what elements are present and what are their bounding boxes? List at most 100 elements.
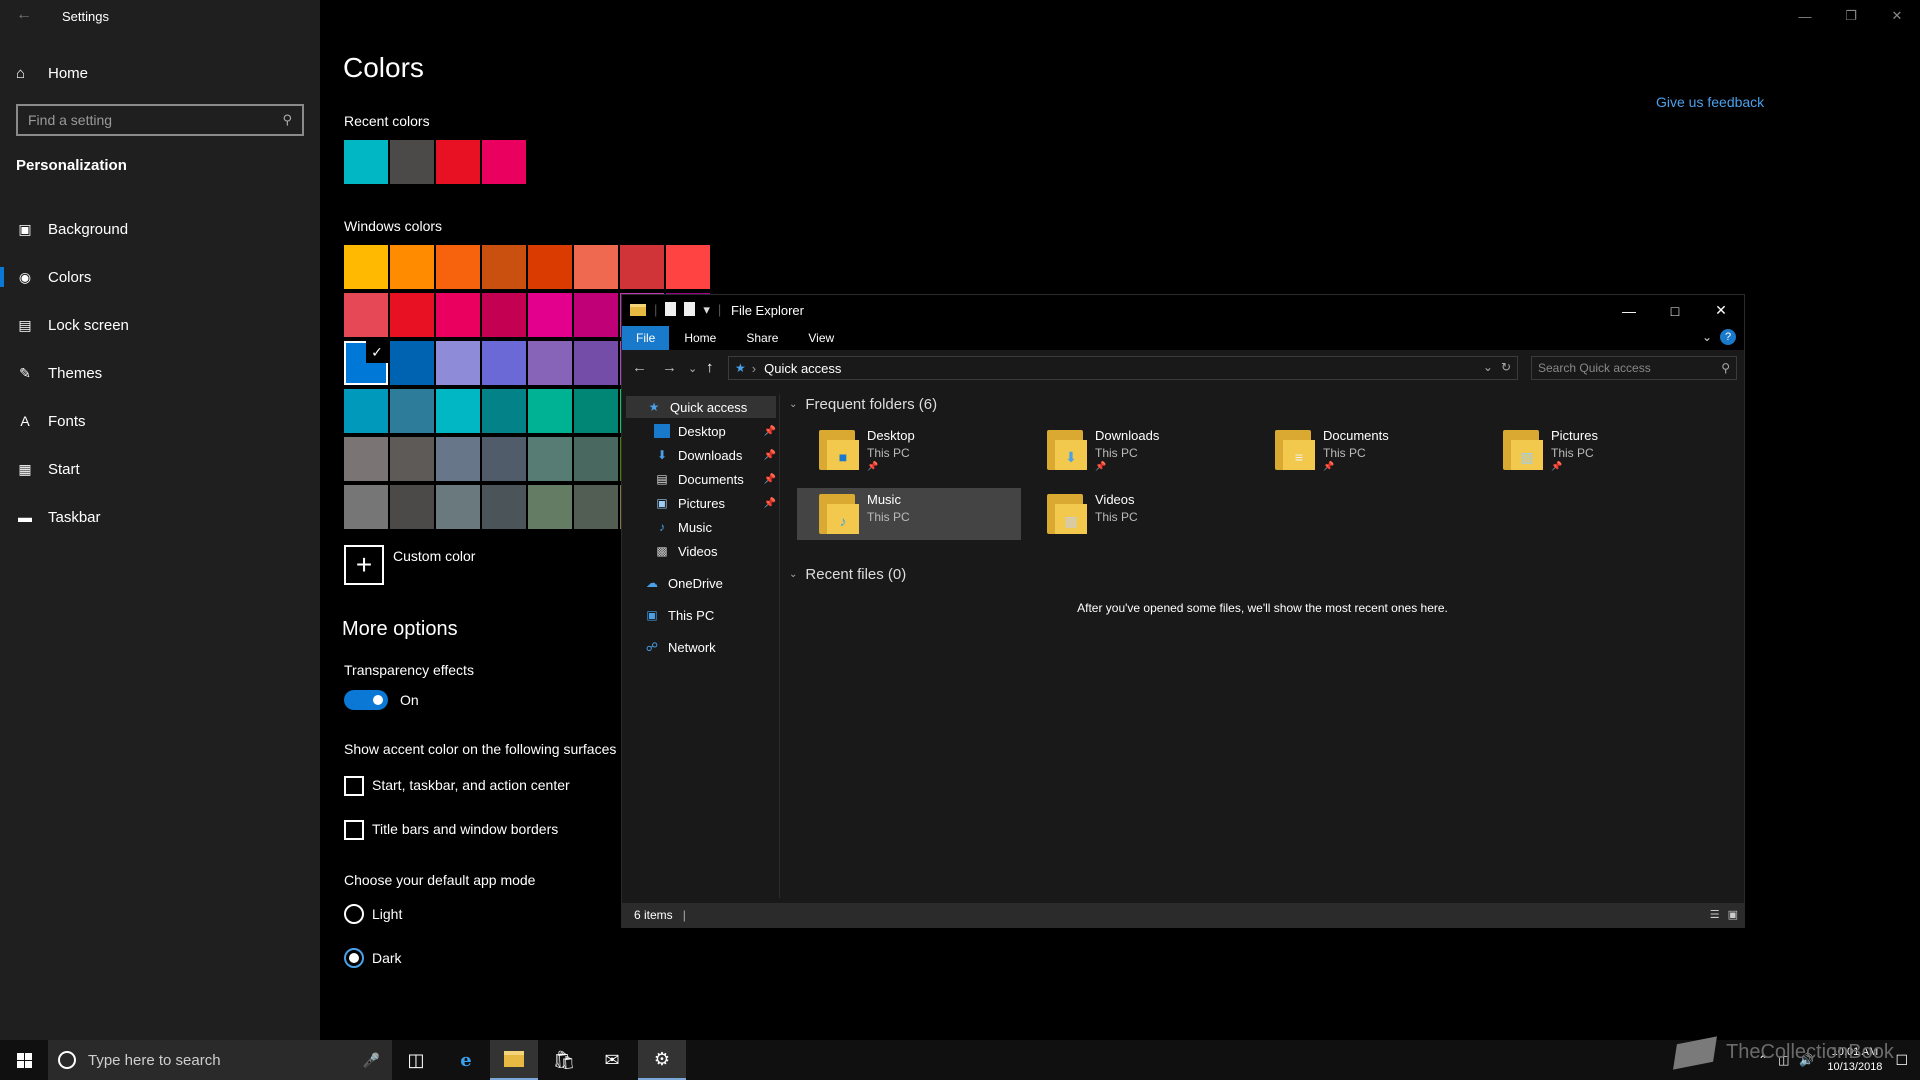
start-taskbar-checkbox[interactable] — [344, 776, 364, 796]
search-icon[interactable]: ⚲ — [282, 112, 292, 128]
nav-this-pc[interactable]: ▣ This PC — [644, 604, 776, 626]
sidebar-item-themes[interactable]: ✎ Themes — [0, 349, 320, 397]
maximize-icon[interactable]: □ — [1652, 295, 1698, 326]
nav-documents[interactable]: ▤ Documents 📌 — [654, 468, 776, 490]
windows-color-swatch[interactable] — [574, 437, 618, 481]
minimize-icon[interactable]: — — [1606, 295, 1652, 326]
start-button[interactable] — [0, 1040, 48, 1080]
customize-toolbar-icon[interactable]: ▾ — [703, 302, 710, 318]
windows-color-swatch[interactable] — [344, 485, 388, 529]
up-arrow-icon[interactable]: ↑ — [706, 359, 714, 376]
windows-color-swatch[interactable] — [390, 341, 434, 385]
windows-color-swatch[interactable] — [390, 293, 434, 337]
edge-icon[interactable]: e — [442, 1040, 490, 1080]
nav-downloads[interactable]: ⬇ Downloads 📌 — [654, 444, 776, 466]
back-arrow-icon[interactable]: ← — [632, 359, 647, 376]
windows-color-swatch[interactable] — [436, 389, 480, 433]
home-link[interactable]: ⌂ Home — [16, 62, 88, 84]
recent-color-swatch[interactable] — [344, 140, 388, 184]
nav-videos[interactable]: ▩ Videos — [654, 540, 776, 562]
pin-icon[interactable]: 📌 — [764, 426, 776, 437]
settings-search-input[interactable] — [28, 112, 283, 128]
folder-tile-downloads[interactable]: ⬇ Downloads This PC 📌 — [1025, 424, 1249, 476]
windows-color-swatch[interactable] — [390, 437, 434, 481]
windows-color-swatch[interactable] — [436, 293, 480, 337]
windows-color-swatch[interactable] — [482, 293, 526, 337]
tiles-view-icon[interactable]: ▣ — [1728, 908, 1738, 921]
windows-color-swatch[interactable] — [620, 245, 664, 289]
folder-tile-desktop[interactable]: ■ Desktop This PC 📌 — [797, 424, 1021, 476]
explorer-search-box[interactable]: ⚲ — [1531, 356, 1737, 380]
taskbar-search[interactable]: 🎤 — [48, 1040, 392, 1080]
windows-color-swatch[interactable]: ✓ — [344, 341, 388, 385]
windows-color-swatch[interactable] — [528, 341, 572, 385]
windows-color-swatch[interactable] — [528, 485, 572, 529]
windows-color-swatch[interactable] — [436, 485, 480, 529]
windows-color-swatch[interactable] — [390, 245, 434, 289]
refresh-icon[interactable]: ↻ — [1501, 360, 1511, 374]
task-view-icon[interactable]: ◫ — [392, 1040, 440, 1080]
windows-color-swatch[interactable] — [344, 389, 388, 433]
windows-color-swatch[interactable] — [390, 485, 434, 529]
close-icon[interactable]: ✕ — [1698, 295, 1744, 326]
taskbar-search-input[interactable] — [88, 1051, 363, 1069]
windows-color-swatch[interactable] — [436, 437, 480, 481]
windows-color-swatch[interactable] — [436, 341, 480, 385]
nav-pictures[interactable]: ▣ Pictures 📌 — [654, 492, 776, 514]
windows-color-swatch[interactable] — [528, 245, 572, 289]
forward-arrow-icon[interactable]: → — [662, 359, 677, 376]
restore-icon[interactable]: ❐ — [1828, 0, 1874, 32]
sidebar-item-background[interactable]: ▣ Background — [0, 205, 320, 253]
properties-icon[interactable] — [665, 302, 677, 316]
pin-icon[interactable]: 📌 — [764, 474, 776, 485]
pin-icon[interactable]: 📌 — [764, 498, 776, 509]
tab-view[interactable]: View — [793, 326, 849, 350]
windows-color-swatch[interactable] — [574, 245, 618, 289]
windows-color-swatch[interactable] — [574, 293, 618, 337]
pin-icon[interactable]: 📌 — [764, 450, 776, 461]
windows-color-swatch[interactable] — [344, 293, 388, 337]
recent-color-swatch[interactable] — [390, 140, 434, 184]
windows-color-swatch[interactable] — [390, 389, 434, 433]
settings-search-box[interactable]: ⚲ — [16, 104, 304, 136]
chevron-right-icon[interactable]: › — [752, 361, 756, 376]
sidebar-item-colors[interactable]: ◉ Colors — [0, 253, 320, 301]
custom-color-button[interactable]: + — [344, 545, 384, 585]
windows-color-swatch[interactable] — [482, 485, 526, 529]
title-bars-checkbox[interactable] — [344, 820, 364, 840]
windows-color-swatch[interactable] — [482, 389, 526, 433]
folder-tile-pictures[interactable]: ▨ Pictures This PC 📌 — [1481, 424, 1705, 476]
recent-color-swatch[interactable] — [436, 140, 480, 184]
windows-color-swatch[interactable] — [528, 437, 572, 481]
recent-color-swatch[interactable] — [482, 140, 526, 184]
close-icon[interactable]: ✕ — [1874, 0, 1920, 32]
recent-files-header[interactable]: ⌄ Recent files (0) — [789, 566, 906, 583]
explorer-search-input[interactable] — [1538, 361, 1722, 375]
windows-color-swatch[interactable] — [436, 245, 480, 289]
minimize-icon[interactable]: — — [1782, 0, 1828, 32]
expand-ribbon-icon[interactable]: ⌄ — [1702, 330, 1712, 344]
recent-locations-icon[interactable]: ⌄ — [688, 362, 697, 375]
transparency-toggle[interactable] — [344, 690, 388, 710]
sidebar-item-fonts[interactable]: A Fonts — [0, 397, 320, 445]
help-icon[interactable]: ? — [1720, 329, 1736, 345]
new-folder-icon[interactable] — [684, 302, 696, 316]
folder-tile-videos[interactable]: ▩ Videos This PC — [1025, 488, 1249, 540]
nav-network[interactable]: ☍ Network — [644, 636, 776, 658]
windows-color-swatch[interactable] — [482, 245, 526, 289]
windows-color-swatch[interactable] — [574, 389, 618, 433]
windows-color-swatch[interactable] — [574, 485, 618, 529]
windows-color-swatch[interactable] — [528, 389, 572, 433]
windows-color-swatch[interactable] — [666, 245, 710, 289]
action-center-icon[interactable]: ☐ — [1895, 1052, 1908, 1069]
windows-color-swatch[interactable] — [344, 245, 388, 289]
back-arrow-icon[interactable]: ← — [16, 6, 32, 24]
nav-onedrive[interactable]: ☁ OneDrive — [644, 572, 776, 594]
file-explorer-taskbar-icon[interactable] — [490, 1040, 538, 1080]
dark-mode-radio[interactable] — [344, 948, 364, 968]
mail-icon[interactable]: ✉ — [588, 1040, 636, 1080]
nav-desktop[interactable]: Desktop 📌 — [654, 420, 776, 442]
windows-color-swatch[interactable] — [482, 437, 526, 481]
folder-tile-documents[interactable]: ≡ Documents This PC 📌 — [1253, 424, 1477, 476]
windows-color-swatch[interactable] — [344, 437, 388, 481]
